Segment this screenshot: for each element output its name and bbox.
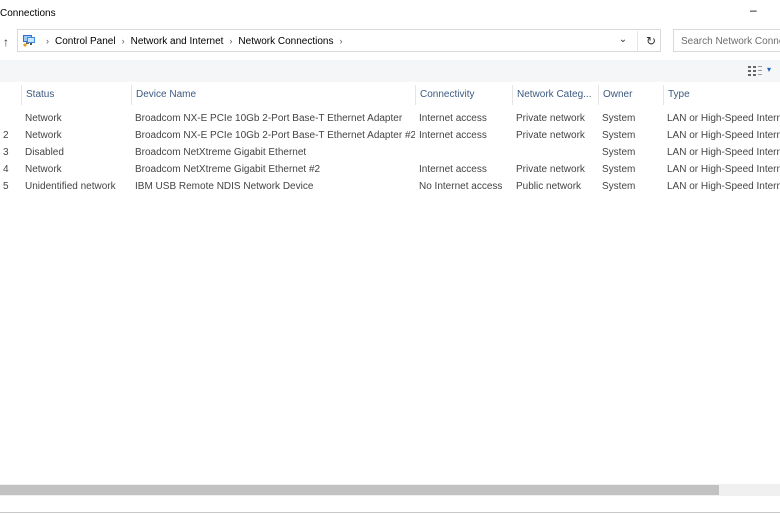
address-history-dropdown-button[interactable]: ⌄ — [616, 33, 630, 47]
breadcrumb-separator[interactable]: › — [122, 36, 125, 46]
row-network-category: Private network — [516, 130, 585, 141]
breadcrumb-control-panel[interactable]: Control Panel — [55, 36, 116, 47]
row-status: Network — [25, 130, 62, 141]
breadcrumb-separator: › — [46, 36, 49, 46]
breadcrumb-separator[interactable]: › — [229, 36, 232, 46]
row-connectivity: Internet access — [419, 130, 487, 141]
address-row: ↑ › Control Panel › Network and Internet › Ne… — [0, 28, 780, 56]
minimize-button[interactable]: – — [750, 3, 764, 19]
row-owner: System — [602, 164, 636, 175]
refresh-icon[interactable]: ↻ — [644, 34, 658, 48]
table-row[interactable]: 4 Network Broadcom NetXtreme Gigabit Eth… — [0, 161, 780, 178]
command-bar: ▾ — [0, 60, 780, 82]
row-owner: System — [602, 130, 636, 141]
column-header-device-name[interactable]: Device Name — [131, 85, 415, 105]
address-bar[interactable]: › Control Panel › Network and Internet › Netw… — [17, 29, 661, 52]
breadcrumb-network-connections[interactable]: Network Connections — [238, 36, 333, 47]
change-view-icon[interactable] — [748, 66, 762, 76]
table-row[interactable]: 2 Network Broadcom NX-E PCIe 10Gb 2-Port… — [0, 127, 780, 144]
row-connectivity: Internet access — [419, 113, 487, 124]
title-bar: Connections – — [0, 0, 780, 26]
network-places-icon — [23, 35, 35, 47]
row-owner: System — [602, 113, 636, 124]
row-type: LAN or High-Speed Internet — [667, 164, 780, 175]
address-divider — [637, 31, 638, 51]
search-placeholder: Search Network Connections — [681, 36, 780, 47]
column-header-connectivity[interactable]: Connectivity — [415, 85, 512, 105]
row-network-category — [516, 144, 598, 161]
column-header-type[interactable]: Type — [663, 85, 780, 105]
row-connectivity: No Internet access — [419, 181, 503, 192]
up-arrow-icon[interactable]: ↑ — [3, 35, 15, 49]
table-row[interactable]: Network Broadcom NX-E PCIe 10Gb 2-Port B… — [0, 110, 780, 127]
row-network-category: Private network — [516, 164, 585, 175]
row-network-category: Public network — [516, 181, 582, 192]
row-owner: System — [602, 147, 636, 158]
table-row[interactable]: 3 Disabled Broadcom NetXtreme Gigabit Et… — [0, 144, 780, 161]
row-type: LAN or High-Speed Internet — [667, 130, 780, 141]
breadcrumb-separator[interactable]: › — [339, 36, 342, 46]
row-status: Disabled — [25, 147, 64, 158]
row-name: 3 — [3, 147, 9, 158]
horizontal-scrollbar-thumb[interactable] — [0, 485, 719, 495]
column-header-status[interactable]: Status — [21, 85, 131, 105]
column-header-owner[interactable]: Owner — [598, 85, 663, 105]
row-device-name: Broadcom NetXtreme Gigabit Ethernet #2 — [135, 164, 321, 175]
search-input[interactable]: Search Network Connections — [673, 29, 780, 52]
row-device-name: IBM USB Remote NDIS Network Device — [135, 181, 314, 192]
row-status: Unidentified network — [25, 181, 116, 192]
row-name: 5 — [3, 181, 9, 192]
row-connectivity: Internet access — [419, 164, 487, 175]
row-owner: System — [602, 181, 636, 192]
row-type: LAN or High-Speed Internet — [667, 147, 780, 158]
breadcrumb-network-and-internet[interactable]: Network and Internet — [131, 36, 224, 47]
row-name: 2 — [3, 130, 9, 141]
row-name — [3, 110, 21, 127]
table-row[interactable]: 5 Unidentified network IBM USB Remote ND… — [0, 178, 780, 195]
column-header-name[interactable] — [0, 85, 21, 105]
bottom-divider — [0, 512, 780, 513]
row-name: 4 — [3, 164, 9, 175]
row-network-category: Private network — [516, 113, 585, 124]
column-header-row: Status Device Name Connectivity Network … — [0, 85, 780, 105]
chevron-down-icon[interactable]: ▾ — [767, 65, 771, 74]
column-header-network-category[interactable]: Network Categ... — [512, 85, 598, 105]
row-type: LAN or High-Speed Internet — [667, 181, 780, 192]
breadcrumb: › Control Panel › Network and Internet › Netw… — [40, 36, 348, 47]
row-status: Network — [25, 164, 62, 175]
window-title: Connections — [0, 8, 56, 19]
row-device-name: Broadcom NX-E PCIe 10Gb 2-Port Base-T Et… — [135, 113, 403, 124]
row-type: LAN or High-Speed Internet — [667, 113, 780, 124]
row-connectivity — [419, 144, 512, 161]
row-status: Network — [25, 113, 62, 124]
horizontal-scrollbar[interactable] — [0, 484, 780, 496]
row-device-name: Broadcom NX-E PCIe 10Gb 2-Port Base-T Et… — [135, 130, 415, 141]
row-device-name: Broadcom NetXtreme Gigabit Ethernet — [135, 147, 307, 158]
